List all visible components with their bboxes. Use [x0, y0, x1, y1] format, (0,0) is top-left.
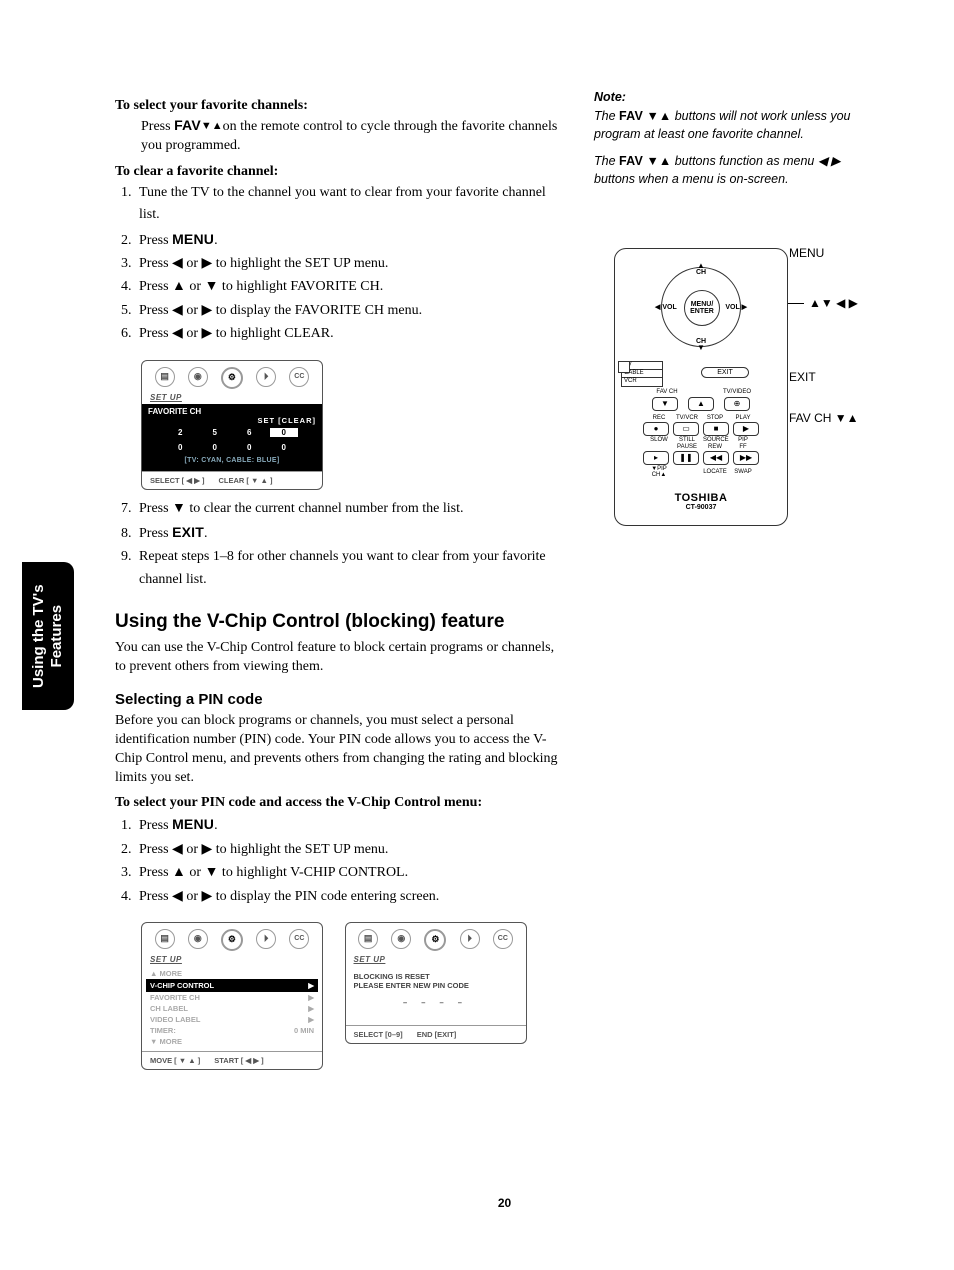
side-tab-text: Using the TV's Features	[30, 584, 66, 688]
switch-knob	[618, 361, 630, 373]
cc-icon: CC	[289, 929, 309, 949]
osd-section-label: SET UP	[142, 391, 322, 404]
cc-icon: CC	[493, 929, 513, 949]
menu-enter-button: MENU/ ENTER	[684, 290, 720, 326]
remote-body: MENU/ ENTER ▲CH CH▼ ◀ VOL VOL ▶ TV CABLE…	[614, 248, 788, 526]
osd-vchip-menu: ▤ ◉ ⚙ ⏵ CC SET UP ▲ MORE V-CHIP CONTROL▶…	[141, 922, 323, 1070]
pin-steps-heading: To select your PIN code and access the V…	[115, 795, 565, 811]
rew-button: ◀◀	[703, 451, 729, 465]
osd-title: FAVORITE CH	[148, 407, 316, 416]
cc-icon: CC	[289, 367, 309, 387]
step-2: Press MENU.	[135, 228, 565, 252]
setup-icon: ⚙	[221, 367, 243, 389]
clear-fav-heading: To clear a favorite channel:	[115, 164, 565, 180]
callout-favch: FAV CH ▼▲	[789, 411, 859, 425]
pin-dashes: – – – –	[354, 990, 518, 1019]
fav-up-button: ▲	[688, 397, 714, 411]
remote-brand: TOSHIBA CT-90037	[621, 492, 781, 511]
vchip-heading: Using the V-Chip Control (blocking) feat…	[115, 611, 565, 633]
osd-favorite-ch: ▤ ◉ ⚙ ⏵ CC SET UP FAVORITE CH SET [CLEAR…	[141, 360, 323, 490]
osd-pin-entry: ▤ ◉ ⚙ ⏵ CC SET UP BLOCKING IS RESET PLEA…	[345, 922, 527, 1044]
pin-step-3: Press ▲ or ▼ to highlight V-CHIP CONTROL…	[135, 862, 565, 884]
setup-icon: ⚙	[221, 929, 243, 951]
remote-diagram: MENU ▲▼ ◀ ▶ EXIT FAV CH ▼▲ MENU/ ENTER ▲…	[594, 248, 884, 526]
pin-step-1: Press MENU.	[135, 813, 565, 837]
exit-button-label: EXIT	[172, 524, 204, 540]
callout-exit: EXIT	[789, 370, 816, 384]
page-number: 20	[115, 1196, 894, 1210]
dpad: MENU/ ENTER ▲CH CH▼ ◀ VOL VOL ▶	[655, 261, 747, 353]
vchip-intro: You can use the V-Chip Control feature t…	[115, 639, 565, 677]
step-7: Press ▼ to clear the current channel num…	[135, 498, 565, 520]
timer-icon: ⏵	[256, 929, 276, 949]
vol-up: VOL ▶	[725, 303, 747, 311]
pin-steps: Press MENU. Press ◀ or ▶ to highlight th…	[135, 813, 565, 908]
audio-icon: ◉	[188, 929, 208, 949]
osd-tab-icons: ▤ ◉ ⚙ ⏵ CC	[142, 361, 322, 391]
step-3: Press ◀ or ▶ to highlight the SET UP men…	[135, 253, 565, 275]
left-column: To select your favorite channels: Press …	[115, 90, 565, 1076]
ch-down: CH▼	[696, 338, 706, 351]
stop-button: ■	[703, 422, 729, 436]
note-box: Note: The FAV ▼▲ buttons will not work u…	[594, 90, 884, 188]
mode-switch: TV CABLE VCR	[621, 361, 663, 387]
step-5: Press ◀ or ▶ to display the FAVORITE CH …	[135, 300, 565, 322]
osd-channel-grid: 2 5 6 0 0 0 0 0	[148, 425, 316, 455]
vol-down: ◀ VOL	[655, 303, 677, 311]
setup-icon: ⚙	[424, 929, 446, 951]
ch-up: ▲CH	[696, 263, 706, 276]
pin-step-2: Press ◀ or ▶ to highlight the SET UP men…	[135, 839, 565, 861]
menu-button-label: MENU	[172, 231, 214, 247]
select-fav-text: Press FAV ▼▲ on the remote control to cy…	[141, 116, 565, 156]
right-arrow-icon: ▶	[742, 304, 747, 311]
slow-button: ▸	[643, 451, 669, 465]
pin-subheading: Selecting a PIN code	[115, 691, 565, 708]
step-6: Press ◀ or ▶ to highlight CLEAR.	[135, 323, 565, 345]
tvvcr-button: ▭	[673, 422, 699, 436]
note-title: Note:	[594, 90, 884, 104]
rec-button: ●	[643, 422, 669, 436]
down-up-arrows-icon: ▼▲	[201, 119, 223, 134]
osd-highlighted-cell: 0	[270, 428, 299, 437]
note-para-1: The FAV ▼▲ buttons will not work unless …	[594, 108, 884, 143]
menu-item-vchip: V-CHIP CONTROL▶	[146, 979, 318, 992]
audio-icon: ◉	[391, 929, 411, 949]
step-1: Tune the TV to the channel you want to c…	[135, 182, 565, 227]
clear-fav-steps-cont: Press ▼ to clear the current channel num…	[135, 498, 565, 592]
left-arrow-icon: ◀	[655, 304, 660, 311]
osd-color-legend: [TV: CYAN, CABLE: BLUE]	[148, 455, 316, 468]
ff-button: ▶▶	[733, 451, 759, 465]
callout-menu: MENU	[789, 246, 824, 260]
picture-icon: ▤	[155, 367, 175, 387]
callout-arrows: ▲▼ ◀ ▶	[809, 296, 858, 310]
exit-button: EXIT	[701, 367, 749, 378]
play-button: ▶	[733, 422, 759, 436]
osd-black-panel: FAVORITE CH SET [CLEAR] 2 5 6 0 0 0 0 0 …	[142, 404, 322, 471]
pin-para: Before you can block programs or channel…	[115, 712, 565, 788]
fav-button-label: FAV	[174, 117, 201, 133]
osd-footer: SELECT [ ◀ ▶ ] CLEAR [ ▼ ▲ ]	[142, 471, 322, 489]
manual-page: Using the TV's Features To select your f…	[0, 0, 954, 1270]
tv-video-button: ⊕	[724, 397, 750, 411]
step-4: Press ▲ or ▼ to highlight FAVORITE CH.	[135, 276, 565, 298]
right-column: Note: The FAV ▼▲ buttons will not work u…	[594, 90, 884, 526]
step-9: Repeat steps 1–8 for other channels you …	[135, 546, 565, 591]
timer-icon: ⏵	[256, 367, 276, 387]
fav-down-button: ▼	[652, 397, 678, 411]
osd-tabs: SET [CLEAR]	[148, 416, 316, 425]
audio-icon: ◉	[188, 367, 208, 387]
pin-step-4: Press ◀ or ▶ to display the PIN code ent…	[135, 886, 565, 908]
down-arrow-icon: ▼	[696, 345, 706, 351]
clear-fav-steps: Tune the TV to the channel you want to c…	[135, 182, 565, 346]
step-8: Press EXIT.	[135, 521, 565, 545]
note-para-2: The FAV ▼▲ buttons function as menu ◀ ▶ …	[594, 153, 884, 188]
pause-button: ❚❚	[673, 451, 699, 465]
timer-icon: ⏵	[460, 929, 480, 949]
picture-icon: ▤	[358, 929, 378, 949]
picture-icon: ▤	[155, 929, 175, 949]
select-fav-heading: To select your favorite channels:	[115, 98, 565, 114]
side-tab: Using the TV's Features	[22, 562, 74, 710]
